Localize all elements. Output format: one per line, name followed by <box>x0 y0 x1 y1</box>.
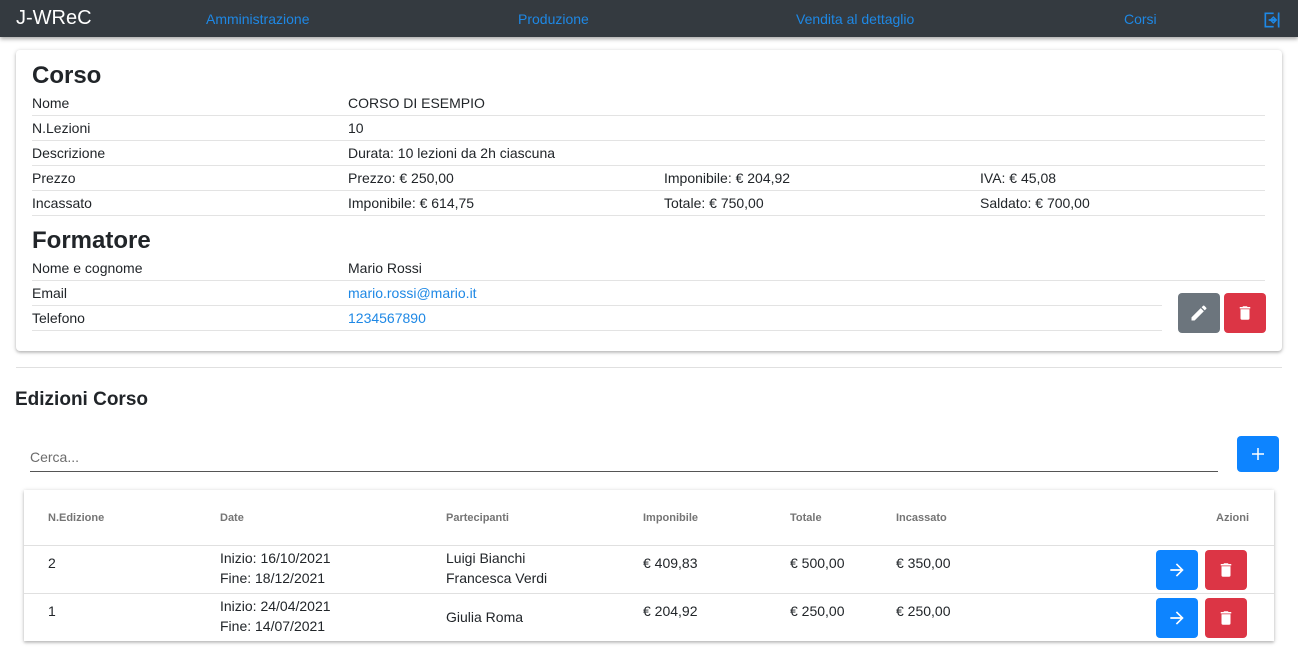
open-edizione-button[interactable] <box>1156 598 1198 638</box>
edizioni-title: Edizioni Corso <box>15 389 148 410</box>
col-imponibile[interactable]: Imponibile <box>643 511 698 525</box>
trash-icon <box>1239 306 1251 320</box>
row-incassato: Incassato Imponibile: € 614,75 Totale: €… <box>32 191 1265 216</box>
label-nome: Nome <box>32 95 70 111</box>
cell-partecipante: Giulia Roma <box>446 609 524 625</box>
pencil-icon <box>1191 305 1207 321</box>
cell-totale: € 500,00 <box>790 555 845 571</box>
value-prezzo-iva: IVA: € 45,08 <box>980 170 1057 186</box>
label-prezzo: Prezzo <box>32 170 76 186</box>
label-formatore-nome: Nome e cognome <box>32 260 143 276</box>
cell-incassato: € 350,00 <box>896 555 951 571</box>
nav-amministrazione[interactable]: Amministrazione <box>206 10 309 28</box>
value-incassato-totale: Totale: € 750,00 <box>664 195 764 211</box>
value-descrizione: Durata: 10 lezioni da 2h ciascuna <box>348 145 556 161</box>
formatore-title: Formatore <box>32 227 151 254</box>
value-formatore-nome: Mario Rossi <box>348 260 422 276</box>
table-row: 1 Inizio: 24/04/2021 Fine: 14/07/2021 Gi… <box>24 593 1274 641</box>
delete-edizione-button[interactable] <box>1205 598 1247 638</box>
col-incassato[interactable]: Incassato <box>896 511 947 525</box>
delete-edizione-button[interactable] <box>1205 550 1247 590</box>
cell-numero: 2 <box>48 555 56 571</box>
logout-icon[interactable] <box>1262 10 1282 30</box>
arrow-right-icon <box>1170 611 1184 625</box>
open-edizione-button[interactable] <box>1156 550 1198 590</box>
trash-icon <box>1220 563 1232 577</box>
col-partecipanti[interactable]: Partecipanti <box>446 511 509 525</box>
arrow-right-icon <box>1170 563 1184 577</box>
nav-corsi[interactable]: Corsi <box>1124 10 1157 28</box>
row-descrizione: Descrizione Durata: 10 lezioni da 2h cia… <box>32 141 1265 166</box>
cell-totale: € 250,00 <box>790 603 845 619</box>
trash-icon <box>1220 611 1232 625</box>
value-lezioni: 10 <box>348 120 364 136</box>
edit-course-button[interactable] <box>1178 293 1220 333</box>
cell-imponibile: € 409,83 <box>643 555 698 571</box>
row-email: Email mario.rossi@mario.it <box>32 281 1162 306</box>
row-nome: Nome CORSO DI ESEMPIO <box>32 91 1265 116</box>
telefono-link[interactable]: 1234567890 <box>348 306 426 331</box>
corso-title: Corso <box>32 62 102 89</box>
col-azioni: Azioni <box>1216 512 1249 524</box>
cell-partecipante: Luigi Bianchi <box>446 550 526 566</box>
course-card: Corso Nome CORSO DI ESEMPIO N.Lezioni 10… <box>16 50 1282 351</box>
cell-inizio: Inizio: 24/04/2021 <box>220 598 331 614</box>
cell-partecipante: Francesca Verdi <box>446 570 548 586</box>
email-link[interactable]: mario.rossi@mario.it <box>348 281 477 306</box>
value-incassato-imponibile: Imponibile: € 614,75 <box>348 195 475 211</box>
value-prezzo: Prezzo: € 250,00 <box>348 170 454 186</box>
col-totale[interactable]: Totale <box>790 511 822 525</box>
value-incassato-saldato: Saldato: € 700,00 <box>980 195 1090 211</box>
delete-course-button[interactable] <box>1224 293 1266 333</box>
label-telefono: Telefono <box>32 310 85 326</box>
label-descrizione: Descrizione <box>32 145 106 161</box>
nav-vendita-al-dettaglio[interactable]: Vendita al dettaglio <box>796 10 914 28</box>
edizioni-table: N.Edizione Date Partecipanti Imponibile … <box>24 490 1274 641</box>
brand[interactable]: J-WReC <box>16 7 92 29</box>
nav-produzione[interactable]: Produzione <box>518 10 589 28</box>
cell-incassato: € 250,00 <box>896 603 951 619</box>
col-n-edizione[interactable]: N.Edizione <box>48 511 104 525</box>
label-email: Email <box>32 285 68 301</box>
cell-imponibile: € 204,92 <box>643 603 698 619</box>
label-incassato: Incassato <box>32 195 92 211</box>
cell-numero: 1 <box>48 603 56 619</box>
value-prezzo-imponibile: Imponibile: € 204,92 <box>664 170 791 186</box>
cell-fine: Fine: 18/12/2021 <box>220 570 326 586</box>
value-nome: CORSO DI ESEMPIO <box>348 95 485 111</box>
row-prezzo: Prezzo Prezzo: € 250,00 Imponibile: € 20… <box>32 166 1265 191</box>
row-formatore-nome: Nome e cognome Mario Rossi <box>32 256 1265 281</box>
cell-fine: Fine: 14/07/2021 <box>220 618 326 634</box>
plus-icon <box>1252 448 1264 460</box>
cell-inizio: Inizio: 16/10/2021 <box>220 550 331 566</box>
search-input[interactable] <box>30 442 1218 472</box>
col-date[interactable]: Date <box>220 511 244 525</box>
divider <box>16 367 1282 368</box>
add-edizione-button[interactable] <box>1237 436 1279 472</box>
label-lezioni: N.Lezioni <box>32 120 91 136</box>
table-row: 2 Inizio: 16/10/2021 Fine: 18/12/2021 Lu… <box>24 545 1274 593</box>
row-telefono: Telefono 1234567890 <box>32 306 1162 331</box>
row-lezioni: N.Lezioni 10 <box>32 116 1265 141</box>
navbar: J-WReC Amministrazione Produzione Vendit… <box>0 0 1298 37</box>
